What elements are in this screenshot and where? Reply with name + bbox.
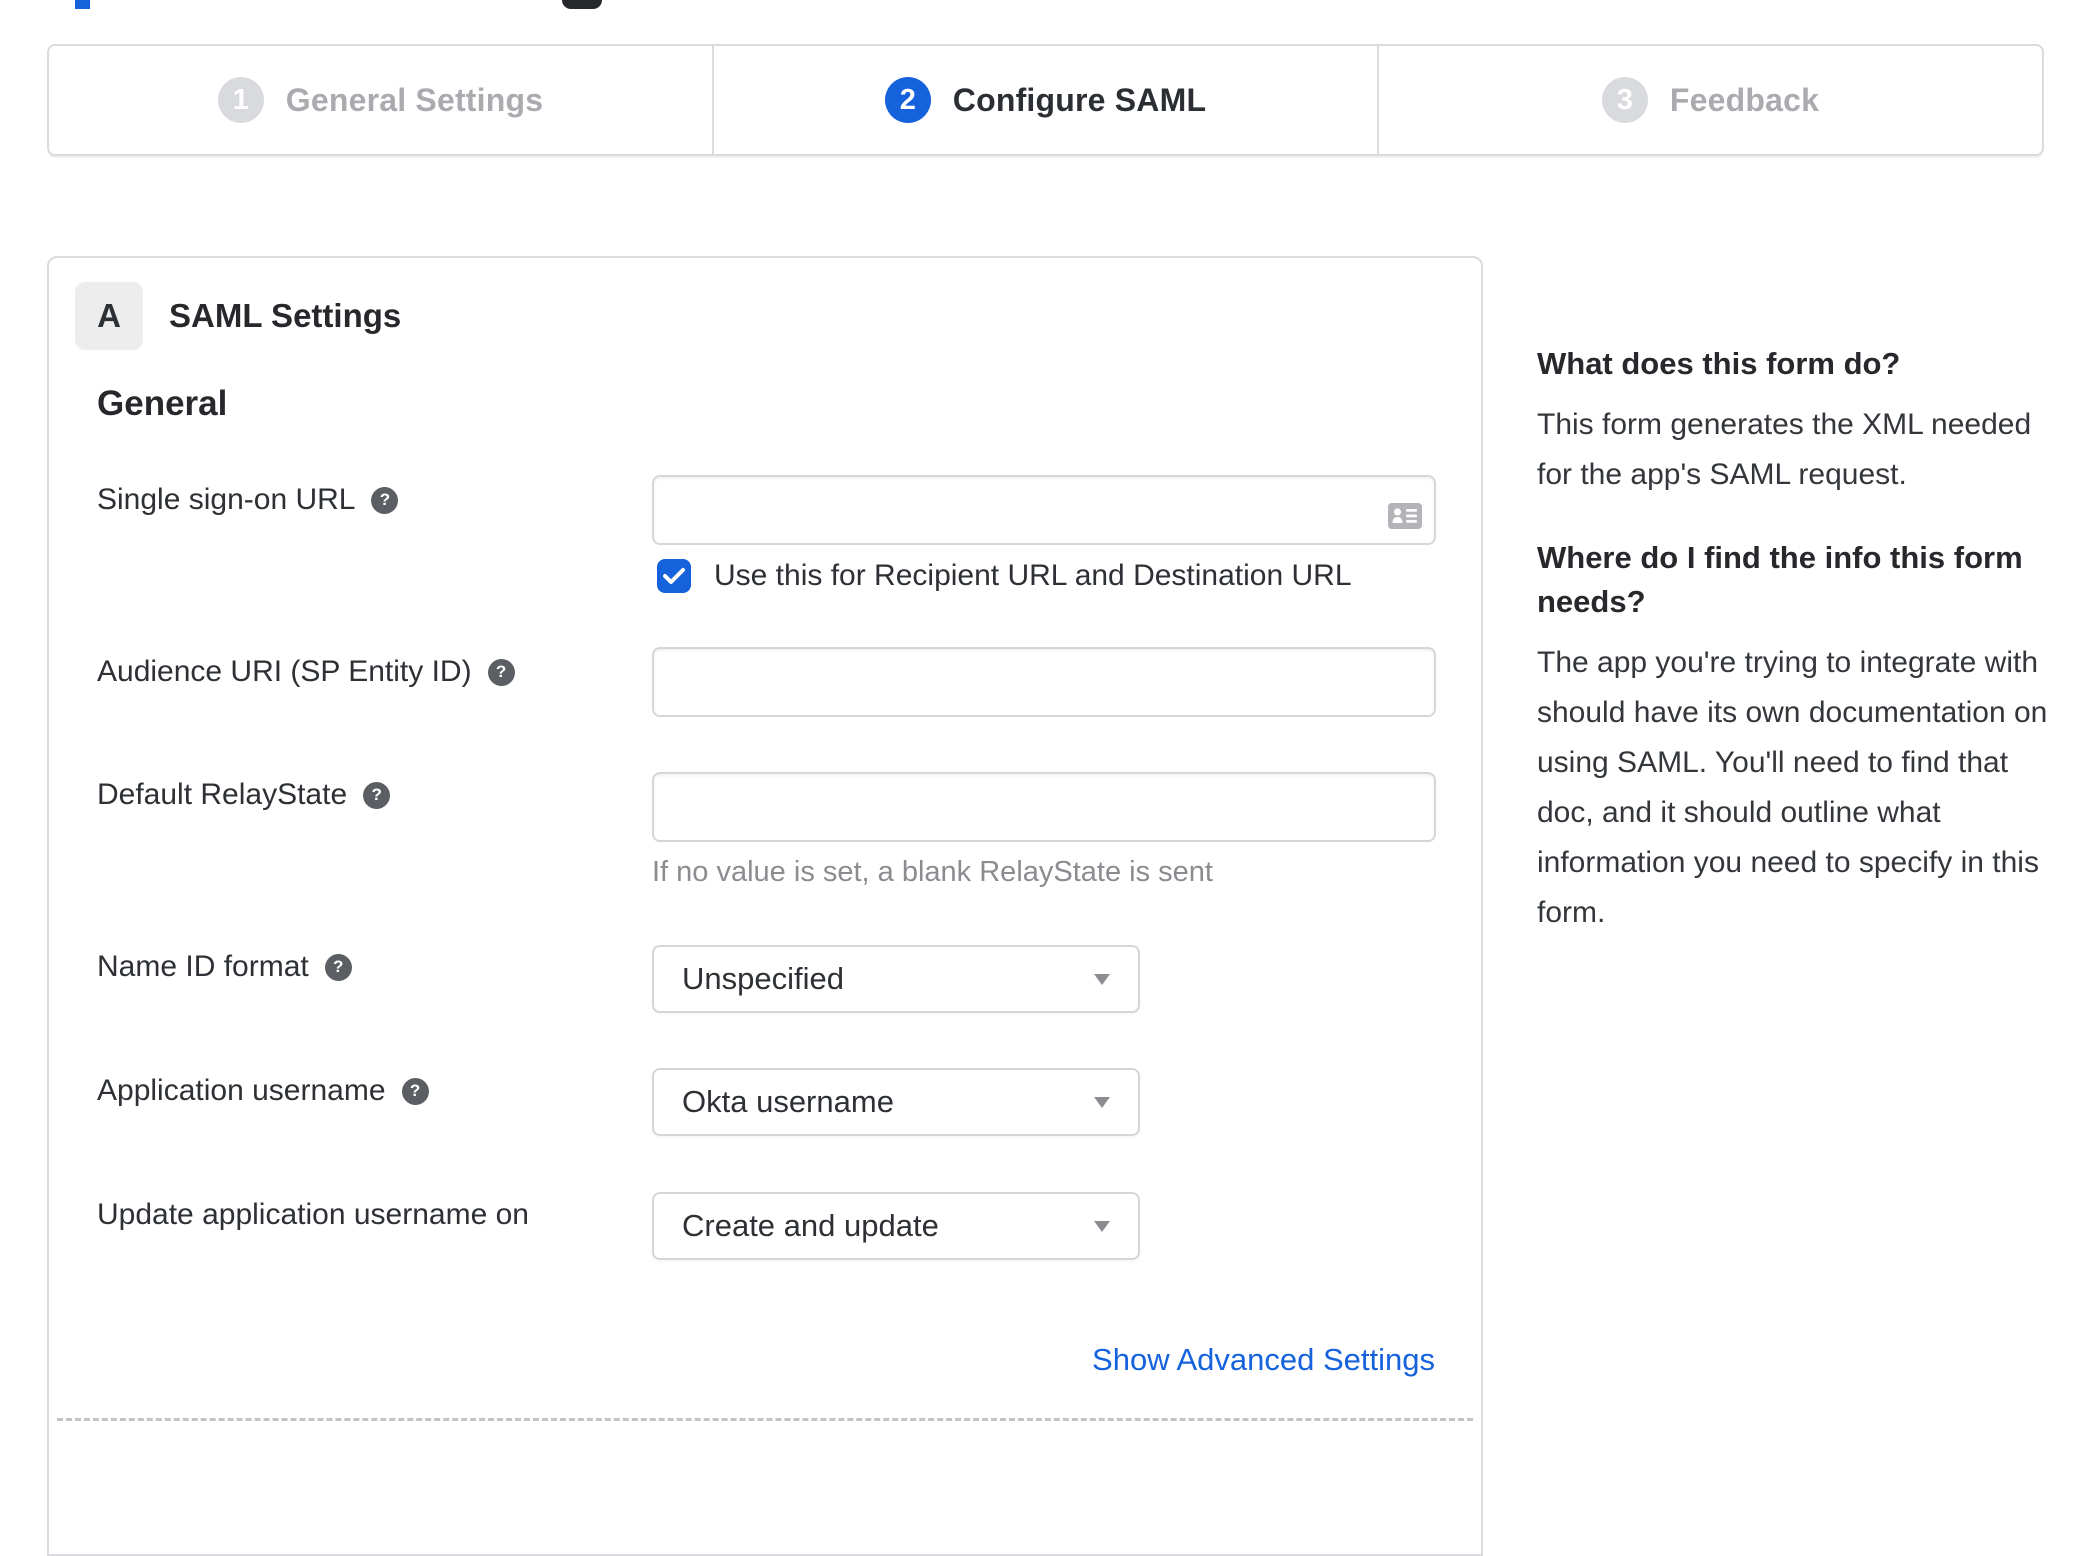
section-a-badge: A [75, 282, 143, 350]
audience-uri-label-row: Audience URI (SP Entity ID) ? [97, 655, 515, 689]
nameid-format-select[interactable]: Unspecified [652, 945, 1140, 1013]
update-username-label-row: Update application username on [97, 1198, 529, 1232]
step-general-settings[interactable]: 1 General Settings [49, 46, 712, 154]
app-username-help-icon[interactable]: ? [401, 1077, 429, 1105]
app-username-label-row: Application username ? [97, 1074, 429, 1108]
relaystate-input[interactable] [652, 772, 1436, 842]
sso-url-input[interactable] [652, 475, 1436, 545]
step-2-circle: 2 [884, 77, 931, 123]
sso-url-help-icon[interactable]: ? [371, 486, 399, 514]
nameid-format-label-row: Name ID format ? [97, 950, 352, 984]
wizard-stepper: 1 General Settings 2 Configure SAML 3 Fe… [47, 44, 2044, 156]
show-advanced-settings-link[interactable]: Show Advanced Settings [1092, 1342, 1435, 1378]
sidebar-question-2: Where do I find the info this form needs… [1537, 540, 2023, 619]
audience-uri-help-icon[interactable]: ? [487, 658, 515, 686]
recipient-url-checkbox-row: Use this for Recipient URL and Destinati… [657, 559, 1352, 593]
chevron-down-icon [1094, 974, 1110, 985]
sidebar-question-1: What does this form do? [1537, 346, 1901, 381]
relaystate-label: Default RelayState [97, 778, 348, 811]
general-section-heading: General [97, 384, 228, 423]
sidebar-answer-1: This form generates the XML needed for t… [1537, 408, 2032, 491]
recipient-url-checkbox[interactable] [657, 559, 691, 593]
app-username-select[interactable]: Okta username [652, 1068, 1140, 1136]
recipient-url-checkbox-label: Use this for Recipient URL and Destinati… [714, 559, 1352, 592]
relaystate-help-icon[interactable]: ? [363, 781, 391, 809]
nameid-format-help-icon[interactable]: ? [324, 953, 352, 981]
panel-title: SAML Settings [169, 297, 402, 334]
audience-uri-label: Audience URI (SP Entity ID) [97, 655, 472, 688]
chevron-down-icon [1094, 1097, 1110, 1108]
sso-url-label: Single sign-on URL [97, 483, 356, 516]
nameid-format-value: Unspecified [682, 961, 844, 996]
update-username-value: Create and update [682, 1208, 939, 1243]
advanced-settings-divider [57, 1418, 1473, 1421]
sidebar-answer-2: The app you're trying to integrate with … [1537, 646, 2048, 929]
update-username-label: Update application username on [97, 1198, 529, 1231]
step-feedback[interactable]: 3 Feedback [1377, 46, 2042, 154]
update-username-select[interactable]: Create and update [652, 1192, 1140, 1260]
step-1-label: General Settings [285, 81, 544, 118]
sso-url-label-row: Single sign-on URL ? [97, 483, 399, 517]
step-3-circle: 3 [1601, 77, 1648, 123]
step-2-label: Configure SAML [952, 81, 1207, 118]
app-username-label: Application username [97, 1074, 386, 1107]
relaystate-label-row: Default RelayState ? [97, 778, 391, 812]
step-3-label: Feedback [1669, 81, 1820, 118]
chevron-down-icon [1094, 1221, 1110, 1232]
cutoff-blue-artifact [75, 0, 90, 9]
contact-card-icon[interactable] [1388, 503, 1422, 529]
app-username-value: Okta username [682, 1084, 894, 1119]
step-configure-saml[interactable]: 2 Configure SAML [712, 46, 1377, 154]
checkmark-icon [663, 568, 685, 584]
nameid-format-label: Name ID format [97, 950, 309, 983]
relaystate-hint: If no value is set, a blank RelayState i… [652, 856, 1213, 888]
saml-settings-panel: A SAML Settings General Single sign-on U… [47, 256, 1483, 1556]
audience-uri-input[interactable] [652, 647, 1436, 717]
step-1-circle: 1 [217, 77, 264, 123]
help-sidebar: What does this form do? This form genera… [1537, 342, 2059, 974]
cutoff-dark-icon-artifact [562, 0, 602, 9]
